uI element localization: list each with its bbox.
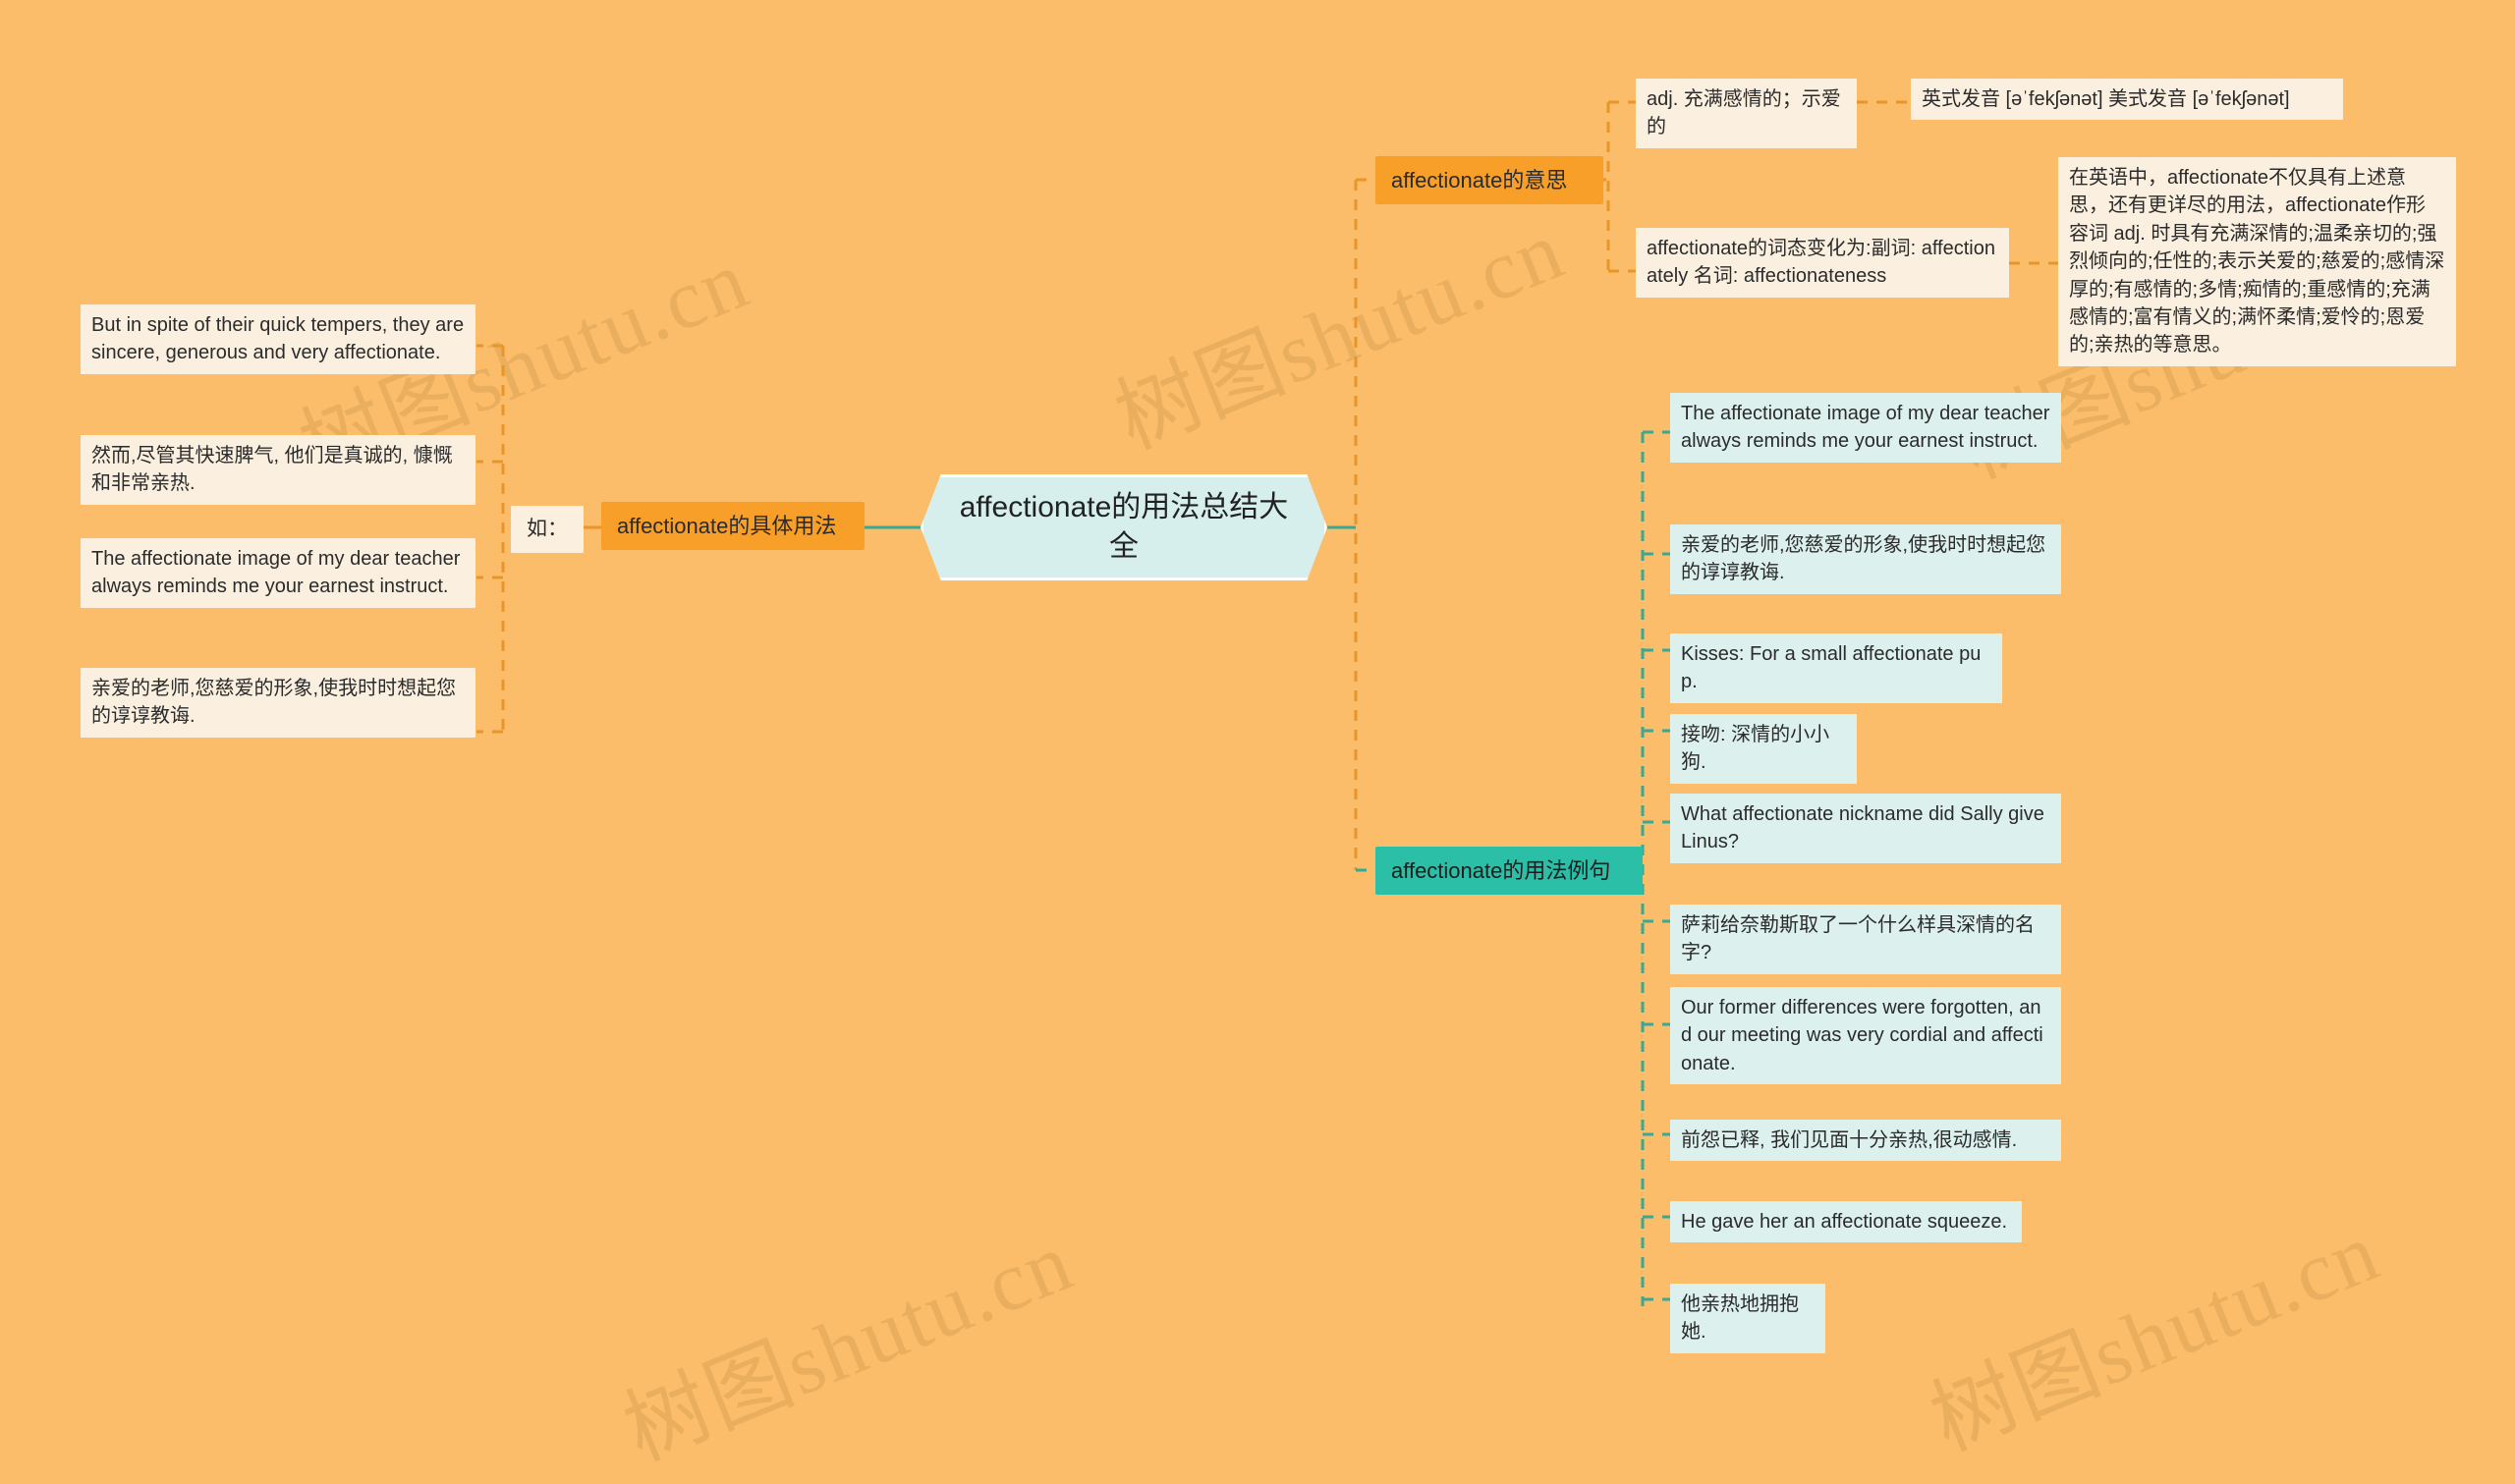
branch-meaning[interactable]: affectionate的意思: [1375, 156, 1603, 205]
list-item[interactable]: The affectionate image of my dear teache…: [81, 538, 475, 608]
list-item[interactable]: 萨莉给奈勒斯取了一个什么样具深情的名字?: [1670, 905, 2061, 974]
list-item[interactable]: Kisses: For a small affectionate pup.: [1670, 633, 2002, 703]
list-item[interactable]: What affectionate nickname did Sally giv…: [1670, 794, 2061, 863]
root-node[interactable]: affectionate的用法总结大全: [921, 474, 1327, 580]
branch-example-sentences[interactable]: affectionate的用法例句: [1375, 847, 1643, 896]
list-item[interactable]: Our former differences were forgotten, a…: [1670, 987, 2061, 1085]
list-item[interactable]: He gave her an affectionate squeeze.: [1670, 1201, 2022, 1243]
list-item[interactable]: 亲爱的老师,您慈爱的形象,使我时时想起您的谆谆教诲.: [81, 668, 475, 738]
list-item[interactable]: 他亲热地拥抱她.: [1670, 1284, 1825, 1353]
branch-specific-usage[interactable]: affectionate的具体用法: [601, 502, 865, 551]
list-item[interactable]: 然而,尽管其快速脾气, 他们是真诚的, 慷慨和非常亲热.: [81, 435, 475, 505]
list-item[interactable]: But in spite of their quick tempers, the…: [81, 304, 475, 374]
root-title: affectionate的用法总结大全: [959, 491, 1289, 563]
list-item[interactable]: 接吻: 深情的小小狗.: [1670, 714, 1857, 784]
list-item-detail-paragraph[interactable]: 在英语中，affectionate不仅具有上述意思，还有更详尽的用法，affec…: [2058, 157, 2456, 366]
watermark: 树图shutu.cn: [1102, 201, 1577, 467]
list-item-pronunciation[interactable]: 英式发音 [əˈfekʃənət] 美式发音 [əˈfekʃənət]: [1911, 79, 2343, 121]
list-item[interactable]: 亲爱的老师,您慈爱的形象,使我时时想起您的谆谆教诲.: [1670, 524, 2061, 594]
list-item[interactable]: The affectionate image of my dear teache…: [1670, 393, 2061, 463]
list-item[interactable]: affectionate的词态变化为:副词: affectionately 名词…: [1636, 228, 2009, 298]
watermark: 树图shutu.cn: [611, 1213, 1086, 1478]
list-item[interactable]: adj. 充满感情的；示爱的: [1636, 79, 1857, 148]
list-item[interactable]: 前怨已释, 我们见面十分亲热,很动感情.: [1670, 1120, 2061, 1162]
left-branch-chip[interactable]: 如：: [511, 506, 584, 553]
